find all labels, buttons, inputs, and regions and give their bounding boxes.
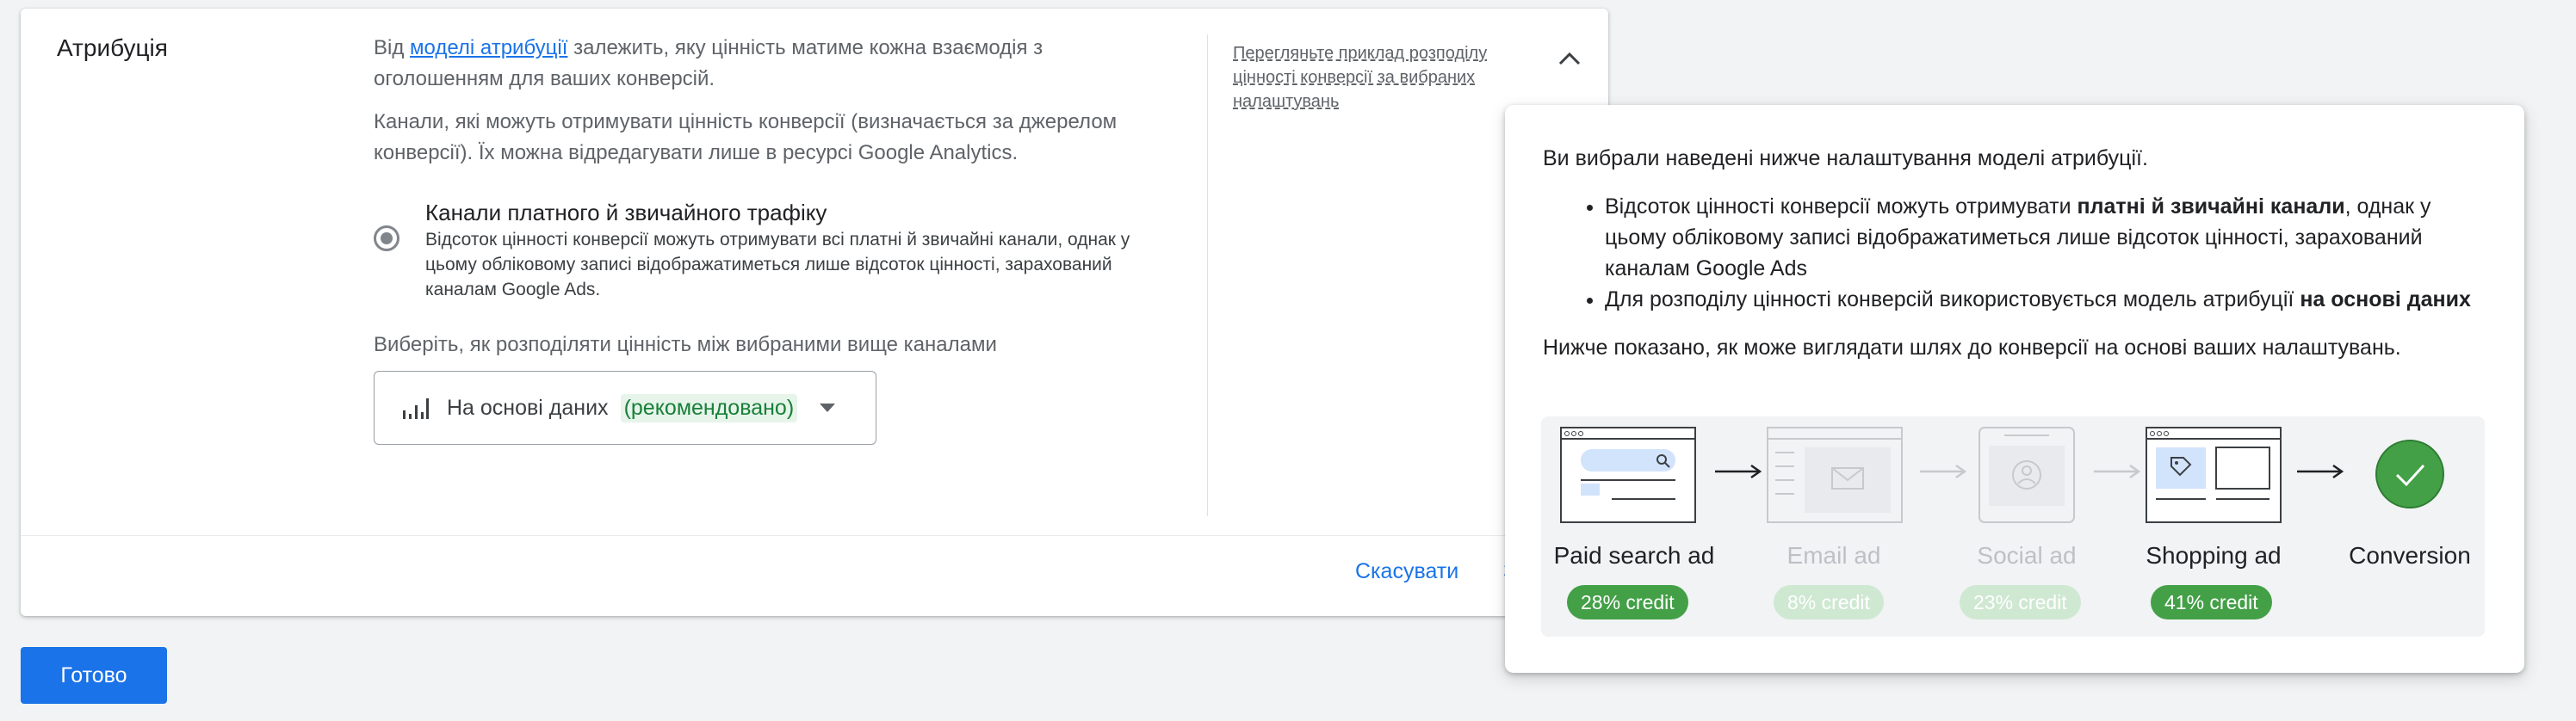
credit-badge: 28% credit: [1567, 585, 1688, 619]
step-label: Shopping ad: [2146, 542, 2282, 569]
recommended-tag: (рекомендовано): [620, 393, 798, 422]
step-label: Conversion: [2349, 542, 2471, 569]
description-text: Від: [374, 36, 411, 59]
arrow-right-icon: [1920, 464, 1967, 479]
section-title: Атрибуція: [57, 34, 168, 61]
credit-badge: 8% credit: [1774, 585, 1884, 619]
checkmark-icon: [2375, 440, 2444, 508]
settings-list: Відсоток цінності конверсії можуть отрим…: [1543, 191, 2486, 315]
channels-description: Канали, які можуть отримувати цінність к…: [374, 110, 1118, 164]
arrow-right-icon: [2297, 464, 2344, 479]
example-link[interactable]: Перегляньте приклад розподілу цінності к…: [1233, 41, 1526, 114]
conversion-path: Paid search ad 28% credit Email ad 8% cr…: [1541, 416, 2485, 637]
radio-title: Канали платного й звичайного трафіку: [425, 200, 827, 225]
attribution-example-popover: Ви вибрали наведені нижче налаштування м…: [1505, 105, 2524, 673]
credit-badge: 23% credit: [1960, 585, 2081, 619]
list-item: Відсоток цінності конверсії можуть отрим…: [1605, 191, 2486, 284]
list-item-bold: на основі даних: [2300, 287, 2471, 311]
social-ad-icon: [1978, 427, 2075, 523]
attribution-card: Атрибуція Від моделі атрибуції залежить,…: [21, 9, 1608, 616]
list-item: Для розподілу цінності конверсій викорис…: [1605, 284, 2486, 315]
search-ad-icon: [1560, 427, 1696, 523]
credit-badge: 41% credit: [2151, 585, 2272, 619]
shopping-ad-icon: [2146, 427, 2282, 523]
attribution-model-link[interactable]: моделі атрибуції: [410, 36, 567, 59]
done-button[interactable]: Готово: [21, 647, 167, 704]
list-item-bold: платні й звичайні канали: [2077, 194, 2345, 219]
arrow-right-icon: [1715, 464, 1762, 479]
popover-intro: Ви вибрали наведені нижче налаштування м…: [1543, 146, 2148, 170]
footer-divider: [21, 535, 1608, 536]
chevron-down-icon: [820, 404, 836, 412]
bar-chart-icon: [403, 398, 429, 419]
email-ad-icon: [1767, 427, 1903, 523]
select-value: На основі даних: [447, 395, 609, 420]
list-item-text: Для розподілу цінності конверсій викорис…: [1605, 287, 2300, 311]
attribution-model-select[interactable]: На основі даних (рекомендовано): [374, 371, 876, 445]
cancel-button[interactable]: Скасувати: [1355, 559, 1458, 584]
vertical-divider: [1207, 34, 1208, 516]
attribution-description: Від моделі атрибуції залежить, яку цінні…: [374, 33, 1149, 95]
paid-organic-option[interactable]: Канали платного й звичайного трафіку Від…: [374, 198, 1149, 302]
chevron-up-icon[interactable]: [1555, 45, 1584, 74]
arrow-right-icon: [2094, 464, 2141, 479]
radio-button[interactable]: [374, 225, 399, 251]
attribution-content: Від моделі атрибуції залежить, яку цінні…: [374, 33, 1149, 445]
radio-description: Відсоток цінності конверсії можуть отрим…: [425, 230, 1130, 299]
path-label: Нижче показано, як може виглядати шлях д…: [1543, 336, 2401, 360]
distribution-label: Виберіть, як розподіляти цінність між ви…: [374, 333, 997, 356]
list-item-text: Відсоток цінності конверсії можуть отрим…: [1605, 194, 2078, 219]
step-label: Paid search ad: [1553, 542, 1715, 569]
step-label: Email ad: [1786, 542, 1881, 569]
step-label: Social ad: [1977, 542, 2077, 569]
